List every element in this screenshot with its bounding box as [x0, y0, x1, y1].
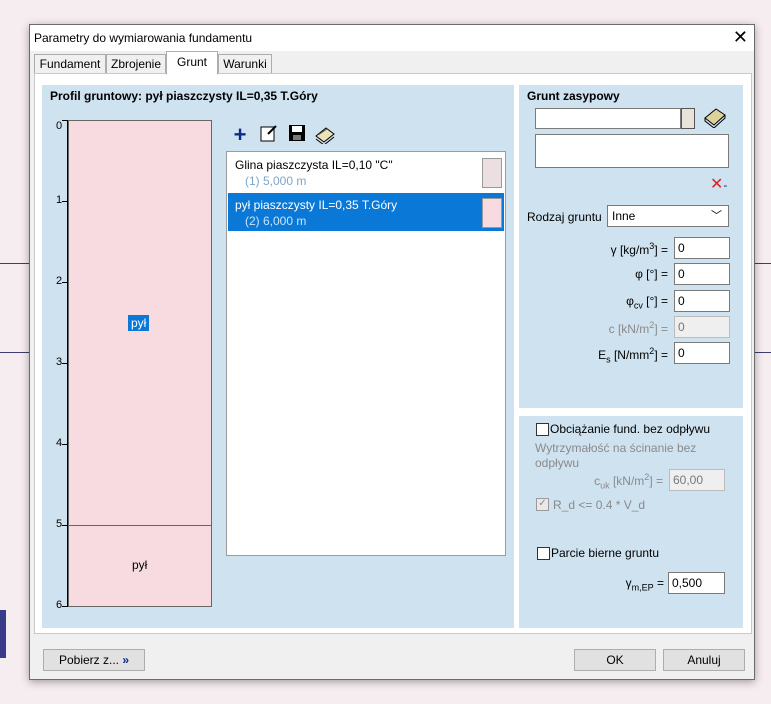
phi-cv-input[interactable]: 0 [674, 289, 730, 312]
depth-ruler: 0 1 2 3 4 5 6 [52, 120, 68, 611]
gamma-mep-label: γm,EP = [625, 576, 664, 593]
fetch-from-button[interactable]: Pobierz z... » [43, 649, 145, 671]
cuk-label: cuk [kN/m2] = [594, 472, 663, 491]
tab-fundament[interactable]: Fundament [34, 54, 106, 74]
ruler-tick-label: 4 [56, 437, 63, 449]
edit-icon[interactable] [258, 124, 280, 146]
soil-layer-label: pył [132, 557, 148, 572]
soil-type-value: Inne [612, 209, 636, 223]
undrained-label: Obciążanie fund. bez odpływu [550, 422, 711, 436]
titlebar: Parametry do wymiarowania fundamentu ✕ [30, 25, 754, 51]
phi-label: φ [°] = [635, 267, 668, 282]
library-icon[interactable] [314, 124, 336, 146]
layer-list: Glina piaszczysta IL=0,10 "C" (1) 5,000 … [226, 151, 506, 556]
layer-depth: (1) 5,000 m [245, 174, 307, 188]
ok-button[interactable]: OK [574, 649, 656, 671]
soil-layer[interactable]: pył [68, 120, 212, 526]
tab-warunki[interactable]: Warunki [218, 54, 272, 74]
cuk-input[interactable]: 60,00 [669, 469, 725, 491]
soil-layer[interactable]: pył [68, 525, 212, 607]
backfill-color-swatch[interactable] [681, 108, 695, 129]
phi-input[interactable]: 0 [674, 263, 730, 286]
backfill-title: Grunt zasypowy [527, 89, 620, 103]
layer-name: pył piaszczysty IL=0,35 T.Góry [235, 198, 398, 212]
profile-title: Profil gruntowy: pył piaszczysty IL=0,35… [50, 89, 318, 103]
list-item[interactable]: pył piaszczysty IL=0,35 T.Góry (2) 6,000… [228, 193, 504, 231]
soil-profile-chart: 0 1 2 3 4 5 6 pył pył [52, 120, 213, 611]
dialog-title: Parametry do wymiarowania fundamentu [34, 31, 253, 45]
ruler-tick-label: 5 [56, 518, 63, 530]
es-input[interactable]: 0 [674, 342, 730, 365]
ruler-tick-label: 6 [56, 599, 63, 611]
cohesion-label: c [kN/m2] = [608, 319, 668, 336]
ruler-tick-label: 0 [56, 120, 63, 132]
strength-label: Wytrzymałość na ścinanie bez odpływu [535, 441, 697, 470]
delete-icon[interactable]: ✕- [710, 177, 727, 193]
ruler-tick-label: 1 [56, 194, 63, 206]
rd-label: R_d <= 0.4 * V_d [553, 498, 646, 512]
gamma-input[interactable]: 0 [674, 237, 730, 259]
layer-name: Glina piaszczysta IL=0,10 "C" [235, 158, 393, 172]
ruler-tick-label: 2 [56, 275, 63, 287]
passive-pressure-label: Parcie bierne gruntu [551, 546, 660, 560]
plus-icon[interactable]: + [229, 124, 251, 146]
layer-color-swatch [482, 198, 502, 228]
rd-checkbox[interactable]: ✓ [536, 498, 549, 511]
cohesion-input[interactable]: 0 [674, 315, 730, 338]
layer-color-swatch [482, 158, 502, 188]
ruler-tick-label: 3 [56, 356, 63, 368]
background-bar [0, 610, 6, 658]
close-icon[interactable]: ✕ [733, 27, 748, 47]
gamma-mep-input[interactable]: 0,500 [668, 572, 725, 594]
list-item[interactable]: Glina piaszczysta IL=0,10 "C" (1) 5,000 … [228, 153, 504, 191]
cancel-button[interactable]: Anuluj [663, 649, 745, 671]
passive-pressure-checkbox[interactable] [537, 547, 550, 560]
layer-depth: (2) 6,000 m [245, 214, 307, 228]
fetch-from-label: Pobierz z... [58, 653, 119, 667]
gamma-label: γ [kg/m3] = [610, 241, 668, 257]
backfill-name-input[interactable] [535, 108, 681, 129]
soil-layer-label: pył [128, 314, 150, 331]
undrained-checkbox[interactable] [536, 423, 549, 436]
chevron-down-icon: ﹀ [711, 210, 722, 222]
es-label: Es [N/mm2] = [598, 346, 668, 365]
save-icon[interactable] [286, 124, 308, 146]
double-chevron-right-icon: » [122, 653, 130, 667]
backfill-description-input[interactable] [535, 134, 729, 168]
book-icon[interactable] [703, 106, 727, 130]
soil-type-select[interactable]: Inne ﹀ [607, 205, 729, 227]
phi-cv-label: φcv [°] = [626, 293, 668, 310]
tab-zbrojenie[interactable]: Zbrojenie [106, 54, 166, 74]
tab-grunt[interactable]: Grunt [166, 51, 218, 75]
soil-type-label: Rodzaj gruntu [527, 210, 602, 224]
